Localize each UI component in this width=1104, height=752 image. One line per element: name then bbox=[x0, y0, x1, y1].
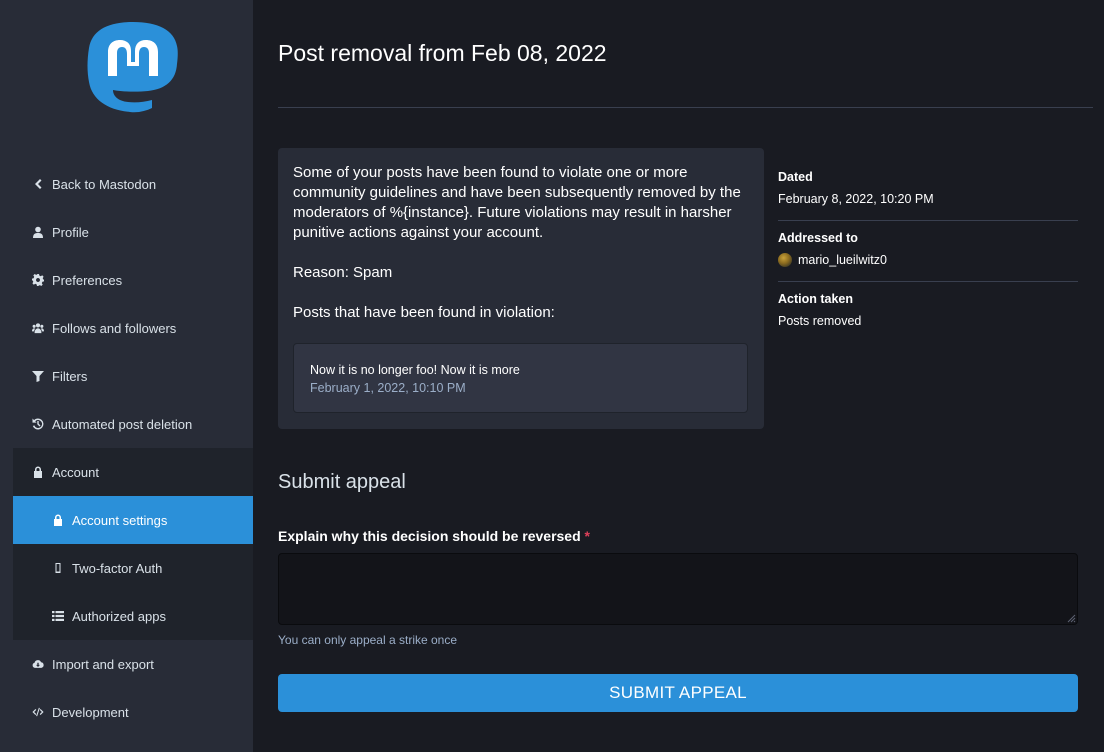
appeal-field-label-text: Explain why this decision should be reve… bbox=[278, 528, 581, 544]
meta-action: Action taken Posts removed bbox=[778, 282, 1078, 342]
username[interactable]: mario_lueilwitz0 bbox=[798, 251, 887, 269]
strike-meta: Dated February 8, 2022, 10:20 PM Address… bbox=[778, 160, 1078, 342]
users-icon bbox=[31, 321, 45, 335]
page-title: Post removal from Feb 08, 2022 bbox=[278, 40, 607, 66]
sidebar-item-back[interactable]: Back to Mastodon bbox=[13, 160, 253, 208]
code-icon bbox=[31, 705, 45, 719]
sidebar-item-authorized-apps[interactable]: Authorized apps bbox=[13, 592, 253, 640]
sidebar-item-development[interactable]: Development bbox=[13, 688, 253, 736]
sidebar-item-preferences[interactable]: Preferences bbox=[13, 256, 253, 304]
appeal-textarea[interactable] bbox=[278, 553, 1078, 625]
sidebar-item-label: Authorized apps bbox=[72, 608, 166, 624]
mastodon-logo-icon[interactable] bbox=[86, 20, 180, 120]
sidebar-item-label: Automated post deletion bbox=[52, 416, 193, 432]
filter-icon bbox=[31, 369, 45, 383]
submit-appeal-button[interactable]: SUBMIT APPEAL bbox=[278, 674, 1078, 712]
strike-card: Some of your posts have been found to vi… bbox=[278, 148, 764, 429]
lock-icon bbox=[31, 465, 45, 479]
user-icon bbox=[31, 225, 45, 239]
meta-value-user[interactable]: mario_lueilwitz0 bbox=[778, 251, 1078, 269]
appeal-section-title: Submit appeal bbox=[278, 471, 406, 493]
sidebar-item-automated-post-deletion[interactable]: Automated post deletion bbox=[13, 400, 253, 448]
strike-reason: Reason: Spam bbox=[293, 264, 393, 281]
meta-label: Addressed to bbox=[778, 231, 858, 245]
post-date[interactable]: February 1, 2022, 10:10 PM bbox=[310, 379, 731, 397]
avatar bbox=[778, 253, 792, 267]
meta-value: February 8, 2022, 10:20 PM bbox=[778, 192, 934, 206]
sidebar-item-follows[interactable]: Follows and followers bbox=[13, 304, 253, 352]
strike-description: Some of your posts have been found to vi… bbox=[293, 164, 741, 241]
required-mark: * bbox=[584, 528, 590, 544]
history-icon bbox=[31, 417, 45, 431]
chevron-left-icon bbox=[31, 177, 45, 191]
sidebar-item-label: Development bbox=[52, 704, 129, 720]
title-divider bbox=[278, 107, 1093, 108]
meta-label: Action taken bbox=[778, 292, 854, 306]
violating-posts-heading: Posts that have been found in violation: bbox=[293, 304, 555, 321]
sidebar-item-label: Follows and followers bbox=[52, 320, 177, 336]
sidebar-item-import-export[interactable]: Import and export bbox=[13, 640, 253, 688]
sidebar-item-profile[interactable]: Profile bbox=[13, 208, 253, 256]
sidebar-item-label: Preferences bbox=[52, 272, 123, 288]
appeal-hint: You can only appeal a strike once bbox=[278, 633, 458, 647]
lock-icon bbox=[51, 513, 65, 527]
meta-label: Dated bbox=[778, 170, 813, 184]
sidebar-item-filters[interactable]: Filters bbox=[13, 352, 253, 400]
cloud-download-icon bbox=[31, 657, 45, 671]
sidebar-item-label: Filters bbox=[52, 368, 88, 384]
main-content: Post removal from Feb 08, 2022 Some of y… bbox=[253, 0, 1104, 752]
post-text: Now it is no longer foo! Now it is more bbox=[310, 363, 520, 377]
list-icon bbox=[51, 609, 65, 623]
violating-post[interactable]: Now it is no longer foo! Now it is more … bbox=[293, 343, 748, 413]
resize-grip-icon[interactable] bbox=[1066, 613, 1076, 623]
sidebar-item-label: Back to Mastodon bbox=[52, 176, 157, 192]
appeal-field-label: Explain why this decision should be reve… bbox=[278, 528, 590, 544]
sidebar-item-label: Import and export bbox=[52, 656, 154, 672]
sidebar-item-account[interactable]: Account bbox=[13, 448, 253, 496]
sidebar-item-label: Account bbox=[52, 464, 99, 480]
sidebar: Back to Mastodon Profile Preferences Fol… bbox=[0, 0, 253, 752]
meta-addressed: Addressed to mario_lueilwitz0 bbox=[778, 221, 1078, 282]
sidebar-item-label: Two-factor Auth bbox=[72, 560, 163, 576]
meta-dated: Dated February 8, 2022, 10:20 PM bbox=[778, 160, 1078, 221]
gear-icon bbox=[31, 273, 45, 287]
sidebar-item-account-settings[interactable]: Account settings bbox=[13, 496, 253, 544]
mobile-icon bbox=[51, 561, 65, 575]
sidebar-item-label: Profile bbox=[52, 224, 89, 240]
meta-value: Posts removed bbox=[778, 314, 862, 328]
sidebar-item-two-factor-auth[interactable]: Two-factor Auth bbox=[13, 544, 253, 592]
sidebar-item-label: Account settings bbox=[72, 512, 168, 528]
